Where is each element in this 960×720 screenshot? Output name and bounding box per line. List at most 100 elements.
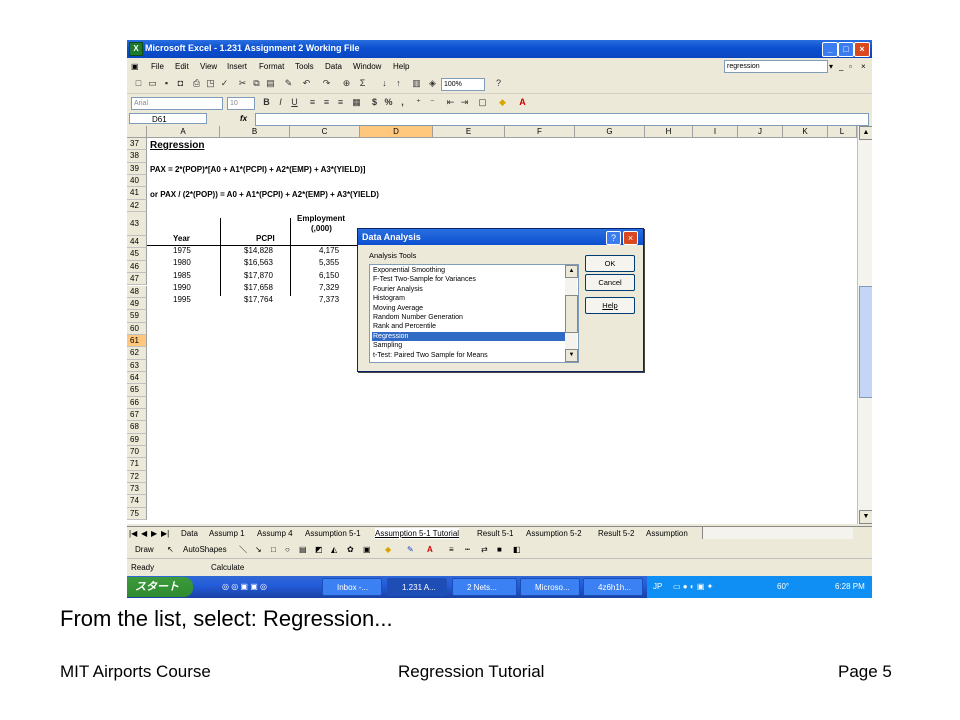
doc-close-button[interactable]: × [861,62,866,71]
taskbar-excel[interactable]: 1.231 A... [387,578,447,596]
redo-icon[interactable]: ↷ [321,78,332,89]
sheet-tab-result-5-2[interactable]: Result 5-2 [598,528,634,539]
sheet-tab-assumption-5-1-tutorial[interactable]: Assumption 5-1 Tutorial [375,528,460,539]
language-indicator[interactable]: JP [653,576,662,598]
dash-style-icon[interactable]: ┅ [465,544,470,555]
sort-descending-icon[interactable]: ↑ [393,78,404,89]
percent-icon[interactable]: % [383,97,394,108]
cut-icon[interactable]: ✂ [237,78,248,89]
diagram-icon[interactable]: ◭ [331,544,337,555]
line-icon[interactable]: ＼ [239,544,247,555]
save-icon[interactable]: ▪ [161,78,172,89]
spelling-icon[interactable]: ✓ [219,78,230,89]
column-header[interactable]: B [220,126,290,138]
list-scroll-thumb[interactable] [565,295,578,333]
row-header[interactable]: 61 [127,334,147,348]
minimize-button[interactable]: _ [822,42,838,57]
zoom-select[interactable]: 100% [441,78,485,91]
row-header[interactable]: 43 [127,212,147,237]
draw-menu[interactable]: Draw [135,544,154,555]
list-item[interactable]: t-Test: Paired Two Sample for Means [372,351,565,360]
textbox-icon[interactable]: ▤ [299,544,307,555]
list-item[interactable]: Exponential Smoothing [372,266,565,275]
vertical-scrollbar[interactable]: ▲ ▼ [857,126,872,524]
column-header-selected[interactable]: D [360,126,433,138]
bold-icon[interactable]: B [261,97,272,108]
arrow-icon[interactable]: ↘ [255,544,262,555]
taskbar-4z6h1h[interactable]: 4z6h1h... [583,578,643,596]
drawing-icon[interactable]: ◈ [427,78,438,89]
dialog-close-icon[interactable]: × [623,231,638,245]
arrow-style-icon[interactable]: ⇄ [481,544,488,555]
merge-center-icon[interactable]: ▦ [351,97,362,108]
name-box[interactable]: D61 [129,113,207,124]
maximize-button[interactable]: □ [838,42,854,57]
row-header[interactable]: 72 [127,470,147,484]
row-header[interactable]: 63 [127,359,147,372]
sheet-tab-assump-4[interactable]: Assump 4 [257,528,293,539]
font-size-select[interactable]: 10 [227,97,255,110]
dialog-help-icon[interactable]: ? [606,231,621,245]
help-dropdown-icon[interactable]: ▾ [829,62,833,71]
row-header[interactable]: 70 [127,446,147,459]
clipart-icon[interactable]: ✿ [347,544,354,555]
chart-wizard-icon[interactable]: ▥ [411,78,422,89]
sheet-tab-assumption-5-2[interactable]: Assumption 5-2 [526,528,582,539]
tab-scroll-next-icon[interactable]: ▶ [151,528,157,539]
list-scroll-down-arrow[interactable]: ▼ [565,349,578,362]
column-header[interactable]: H [645,126,693,138]
sheet-tab-data[interactable]: Data [181,528,198,539]
ok-button[interactable]: OK [585,255,635,272]
row-header[interactable]: 69 [127,433,147,447]
copy-icon[interactable]: ⧉ [251,78,262,89]
insert-function-button[interactable]: fx [240,114,247,123]
row-header[interactable]: 40 [127,175,147,188]
menu-tools[interactable]: Tools [295,62,314,71]
menu-format[interactable]: Format [259,62,284,71]
decrease-indent-icon[interactable]: ⇤ [445,97,456,108]
menu-window[interactable]: Window [353,62,381,71]
doc-minimize-button[interactable]: _ [839,62,843,71]
doc-restore-button[interactable]: ▫ [849,62,852,71]
oval-icon[interactable]: ○ [285,544,290,555]
taskbar-inbox[interactable]: Inbox -... [322,578,382,596]
start-button[interactable]: スタート [127,577,193,597]
taskbar-nets[interactable]: 2 Nets... [452,578,517,596]
font-select[interactable]: Arial [131,97,223,110]
list-item-selected[interactable]: Regression [372,331,565,342]
row-header[interactable]: 64 [127,371,147,385]
help-button[interactable]: Help [585,297,635,314]
column-header[interactable]: A [147,126,220,138]
sheet-tab-assump-1[interactable]: Assump 1 [209,528,245,539]
row-header[interactable]: 39 [127,162,147,176]
shadow-icon[interactable]: ■ [497,544,502,555]
menu-file[interactable]: File [151,62,164,71]
list-item[interactable]: Moving Average [372,304,565,313]
list-item[interactable]: Histogram [372,294,565,303]
list-item[interactable]: Fourier Analysis [372,285,565,294]
row-header[interactable]: 75 [127,507,147,521]
fill-color-icon[interactable]: ◆ [385,544,391,555]
menu-edit[interactable]: Edit [175,62,189,71]
sort-ascending-icon[interactable]: ↓ [379,78,390,89]
column-header[interactable]: I [693,126,738,138]
sheet-tab-result-5-1[interactable]: Result 5-1 [477,528,513,539]
print-preview-icon[interactable]: ◳ [205,78,216,89]
increase-indent-icon[interactable]: ⇥ [459,97,470,108]
autoshapes-menu[interactable]: AutoShapes [183,544,227,555]
sheet-tab-assumption[interactable]: Assumption [646,528,688,539]
row-header[interactable]: 48 [127,285,147,298]
tab-scroll-first-icon[interactable]: |◀ [129,528,137,539]
scroll-thumb[interactable] [859,286,872,398]
fill-color-icon[interactable]: ◆ [497,97,508,108]
menu-data[interactable]: Data [325,62,342,71]
list-scroll-up-arrow[interactable]: ▲ [565,265,578,278]
menu-insert[interactable]: Insert [227,62,247,71]
menu-help[interactable]: Help [393,62,409,71]
open-icon[interactable]: ▭ [147,78,158,89]
tab-scroll-prev-icon[interactable]: ◀ [141,528,147,539]
column-header[interactable]: E [433,126,505,138]
row-header[interactable]: 41 [127,187,147,200]
quicklaunch-icons[interactable]: ◎ ◎ ▣ ▣ ◎ [222,581,267,592]
autosum-icon[interactable]: Σ [357,78,368,89]
